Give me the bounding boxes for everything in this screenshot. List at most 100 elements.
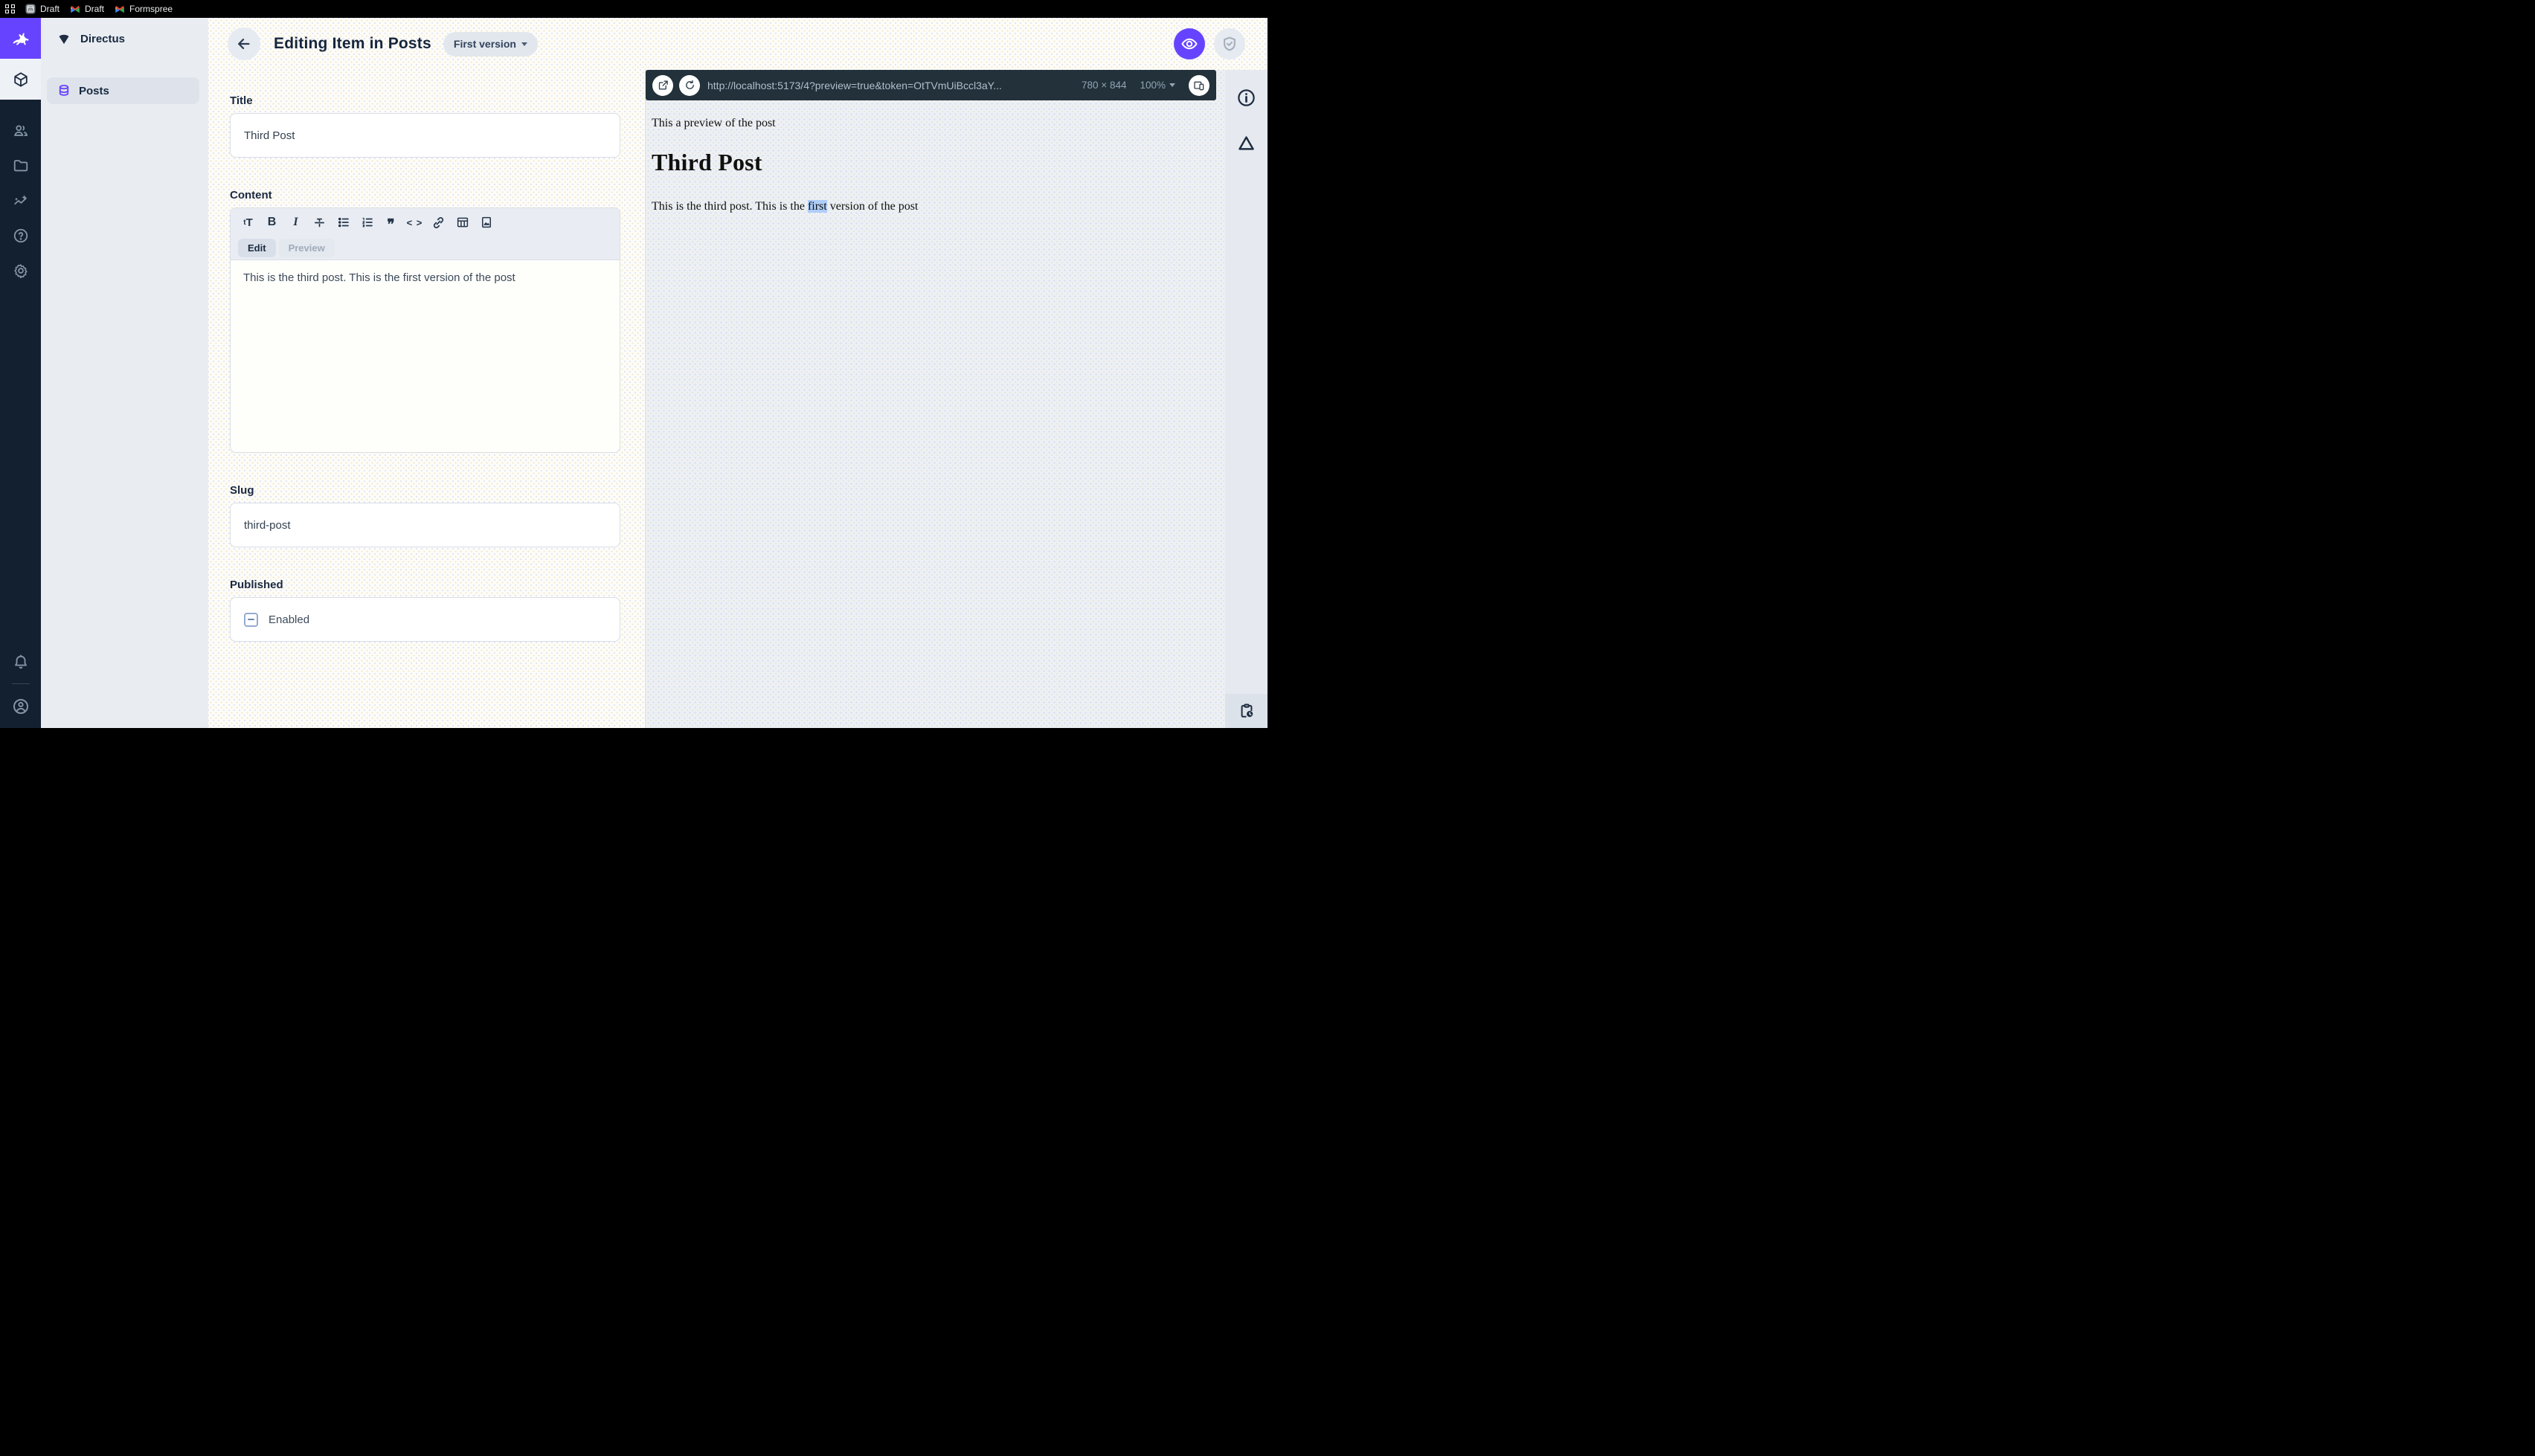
tab-edit[interactable]: Edit bbox=[238, 239, 276, 257]
sidebar-item-label: Posts bbox=[79, 84, 109, 97]
italic-icon[interactable]: I bbox=[284, 211, 307, 233]
item-edit-form: Title Third Post Content tT B I ❞ < > Ed… bbox=[208, 70, 645, 728]
promote-version-button[interactable] bbox=[1214, 28, 1245, 59]
nav-panel: Directus Posts bbox=[41, 18, 208, 728]
insights-icon bbox=[13, 193, 29, 209]
info-sidebar-button[interactable] bbox=[1230, 81, 1263, 114]
module-bar-divider bbox=[11, 683, 30, 684]
field-content: Content tT B I ❞ < > Edit Preview This i… bbox=[230, 189, 620, 453]
bullet-list-icon[interactable] bbox=[332, 211, 355, 233]
page-title: Editing Item in Posts bbox=[274, 35, 431, 52]
bold-icon[interactable]: B bbox=[260, 211, 283, 233]
module-users[interactable] bbox=[0, 113, 41, 148]
calendar-icon: 31 bbox=[25, 4, 36, 14]
module-help[interactable] bbox=[0, 218, 41, 253]
eye-icon bbox=[1180, 35, 1198, 53]
gear-icon bbox=[13, 262, 29, 279]
browser-tab-label: Draft bbox=[40, 4, 60, 14]
link-icon[interactable] bbox=[427, 211, 450, 233]
image-icon[interactable] bbox=[475, 211, 498, 233]
browser-tab-draft-gmail[interactable]: Draft bbox=[70, 4, 104, 14]
page-header: Editing Item in Posts First version bbox=[208, 18, 1268, 70]
svg-text:31: 31 bbox=[29, 8, 33, 12]
table-icon[interactable] bbox=[451, 211, 474, 233]
clipboard-clock-icon bbox=[1238, 703, 1255, 719]
bell-icon bbox=[13, 654, 29, 670]
tab-grid-icon[interactable] bbox=[5, 4, 15, 14]
browser-tab-formspree[interactable]: Formspree bbox=[115, 4, 173, 14]
chevron-down-icon bbox=[1169, 83, 1175, 87]
live-preview-toggle-button[interactable] bbox=[1174, 28, 1205, 59]
sidebar-item-posts[interactable]: Posts bbox=[47, 77, 199, 104]
frame-dimensions: 780 × 844 bbox=[1082, 80, 1127, 91]
numbered-list-icon[interactable] bbox=[356, 211, 379, 233]
module-content[interactable] bbox=[0, 59, 41, 100]
browser-tab-label: Formspree bbox=[129, 4, 173, 14]
field-published: Published Enabled bbox=[230, 579, 620, 642]
checkbox-label: Enabled bbox=[269, 613, 310, 626]
main-area: Editing Item in Posts First version Titl… bbox=[208, 18, 1268, 728]
title-input-value: Third Post bbox=[244, 129, 295, 142]
directus-app-window: 31 Draft Draft Formspree Directus Posts … bbox=[0, 0, 1268, 728]
zoom-select[interactable]: 100% bbox=[1140, 80, 1175, 91]
help-icon bbox=[13, 228, 29, 244]
editor-tab-bar: Edit Preview bbox=[231, 236, 620, 260]
browser-tab-label: Draft bbox=[85, 4, 105, 14]
field-label-published: Published bbox=[230, 579, 283, 591]
delta-icon bbox=[1236, 133, 1256, 153]
version-dropdown[interactable]: First version bbox=[443, 31, 538, 57]
strikethrough-icon[interactable] bbox=[308, 211, 331, 233]
preview-intro-text: This a preview of the post bbox=[652, 117, 776, 129]
title-input[interactable]: Third Post bbox=[230, 113, 620, 158]
search-highlight: first bbox=[807, 200, 827, 213]
open-in-new-button[interactable] bbox=[652, 74, 673, 96]
user-avatar-button[interactable] bbox=[0, 689, 41, 724]
content-textarea[interactable]: This is the third post. This is the firs… bbox=[231, 260, 620, 452]
open-in-new-icon bbox=[658, 80, 669, 91]
preview-url[interactable]: http://localhost:5173/4?preview=true&tok… bbox=[707, 80, 1067, 91]
module-settings[interactable] bbox=[0, 253, 41, 288]
format-size-icon[interactable]: tT bbox=[237, 211, 260, 233]
project-selector[interactable]: Directus bbox=[41, 18, 208, 59]
module-files[interactable] bbox=[0, 148, 41, 183]
module-insights[interactable] bbox=[0, 183, 41, 218]
preview-post-title: Third Post bbox=[652, 149, 762, 175]
indeterminate-checkbox[interactable] bbox=[244, 612, 258, 627]
avatar-icon bbox=[12, 698, 30, 715]
blockquote-icon[interactable]: ❞ bbox=[379, 214, 402, 236]
preview-iframe[interactable]: This a preview of the post Third Post Th… bbox=[646, 100, 1225, 728]
pending-revisions-button[interactable] bbox=[1225, 694, 1268, 728]
users-icon bbox=[13, 123, 29, 139]
database-icon bbox=[57, 84, 71, 97]
tab-preview[interactable]: Preview bbox=[278, 239, 335, 257]
directus-logo[interactable] bbox=[0, 18, 41, 59]
slug-input[interactable]: third-post bbox=[230, 503, 620, 547]
devices-icon bbox=[1193, 80, 1205, 91]
field-label-title: Title bbox=[230, 94, 253, 107]
folder-icon bbox=[13, 158, 29, 174]
published-toggle-row: Enabled bbox=[230, 597, 620, 642]
chevron-down-icon bbox=[521, 42, 527, 46]
device-size-button[interactable] bbox=[1189, 74, 1209, 96]
project-wedge-icon bbox=[57, 31, 71, 46]
live-preview-pane: http://localhost:5173/4?preview=true&tok… bbox=[646, 70, 1225, 728]
field-slug: Slug third-post bbox=[230, 484, 620, 547]
browser-tab-draft-calendar[interactable]: 31 Draft bbox=[25, 4, 60, 14]
code-icon[interactable]: < > bbox=[403, 211, 426, 233]
sidebar-rail bbox=[1225, 70, 1268, 728]
field-label-slug: Slug bbox=[230, 484, 254, 497]
notifications-button[interactable] bbox=[0, 644, 41, 679]
cube-icon bbox=[13, 71, 29, 88]
gmail-icon bbox=[70, 4, 80, 13]
field-label-content: Content bbox=[230, 189, 272, 202]
gmail-icon bbox=[115, 4, 125, 13]
slug-input-value: third-post bbox=[244, 518, 291, 532]
markdown-editor: tT B I ❞ < > Edit Preview This is the th… bbox=[230, 207, 620, 453]
changes-sidebar-button[interactable] bbox=[1230, 126, 1263, 159]
module-bar bbox=[0, 18, 41, 728]
refresh-button[interactable] bbox=[679, 74, 700, 96]
info-icon bbox=[1236, 88, 1256, 108]
arrow-left-icon bbox=[236, 36, 252, 52]
back-button[interactable] bbox=[228, 28, 260, 60]
field-title: Title Third Post bbox=[230, 94, 620, 158]
